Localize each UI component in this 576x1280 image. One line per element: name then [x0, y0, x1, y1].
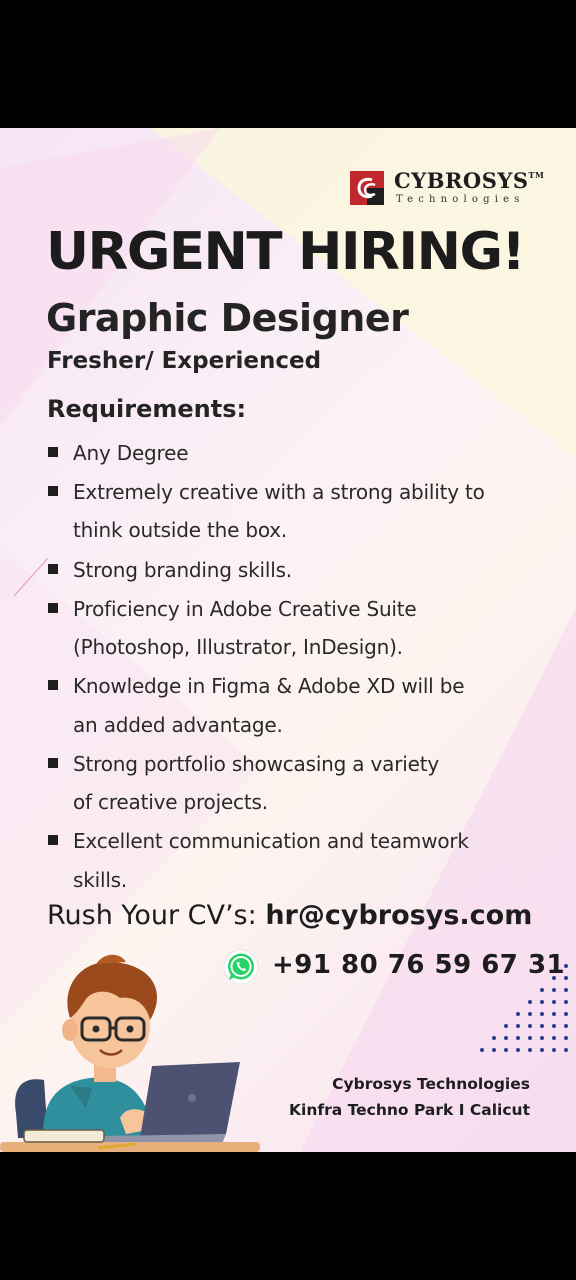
cybrosys-logo-icon — [350, 171, 384, 205]
requirement-text: Proficiency in Adobe Creative Suite (Pho… — [73, 590, 536, 667]
requirement-line: skills. — [73, 867, 128, 892]
requirement-text: Strong portfolio showcasing a variety of… — [73, 745, 536, 822]
brand-name: CYBROSYSTM — [394, 168, 545, 193]
bullet-icon — [48, 486, 58, 497]
brand-tagline: Technologies — [396, 194, 525, 205]
bullet-icon — [48, 563, 58, 574]
cv-label: Rush Your CV’s: — [47, 900, 257, 931]
job-role: Graphic Designer — [46, 296, 409, 340]
list-item: Extremely creative with a strong ability… — [46, 473, 536, 550]
hiring-poster: CYBROSYSTM Technologies URGENT HIRING! G… — [0, 128, 576, 1152]
cv-contact: Rush Your CV’s: hr@cybrosys.com — [47, 900, 532, 931]
dot-pattern — [480, 964, 568, 1052]
requirement-text: Excellent communication and teamwork ski… — [73, 822, 536, 899]
list-item: Excellent communication and teamwork ski… — [46, 822, 536, 899]
requirement-text: Extremely creative with a strong ability… — [73, 473, 536, 550]
trademark: TM — [528, 170, 545, 180]
list-item: Any Degree — [46, 434, 536, 472]
requirement-line: Excellent communication and teamwork — [73, 829, 469, 854]
requirement-line: Proficiency in Adobe Creative Suite — [73, 596, 417, 621]
requirement-line: Extremely creative with a strong ability… — [73, 480, 485, 505]
email-link[interactable]: hr@cybrosys.com — [265, 900, 532, 931]
list-item: Strong portfolio showcasing a variety of… — [46, 745, 536, 822]
list-item: Knowledge in Figma & Adobe XD will be an… — [46, 667, 536, 744]
bullet-icon — [48, 757, 58, 768]
designer-illustration — [0, 954, 260, 1152]
cybrosys-logo: CYBROSYSTM Technologies — [350, 168, 550, 208]
requirement-line: Knowledge in Figma & Adobe XD will be — [73, 674, 465, 699]
requirement-text: Strong branding skills. — [73, 551, 536, 589]
requirement-line: (Photoshop, Illustrator, InDesign). — [73, 635, 403, 660]
requirement-text: Any Degree — [73, 434, 536, 472]
experience-level: Fresher/ Experienced — [47, 348, 322, 374]
bullet-icon — [48, 680, 58, 691]
list-item: Proficiency in Adobe Creative Suite (Pho… — [46, 590, 536, 667]
requirement-text: Knowledge in Figma & Adobe XD will be an… — [73, 667, 536, 744]
requirements-title: Requirements: — [47, 395, 247, 423]
requirement-line: Any Degree — [73, 441, 189, 465]
requirement-line: Strong portfolio showcasing a variety — [73, 751, 439, 776]
requirement-line: think outside the box. — [73, 518, 288, 543]
bullet-icon — [48, 835, 58, 846]
requirement-line: of creative projects. — [73, 790, 268, 815]
requirement-line: an added advantage. — [73, 712, 283, 737]
bullet-icon — [48, 602, 58, 613]
requirements-list: Any Degree Extremely creative with a str… — [46, 434, 536, 900]
company-location: Kinfra Techno Park I Calicut — [289, 1101, 530, 1119]
requirement-line: Strong branding skills. — [73, 557, 292, 582]
company-name: Cybrosys Technologies — [332, 1075, 530, 1093]
bullet-icon — [48, 447, 58, 457]
headline: URGENT HIRING! — [46, 222, 526, 282]
list-item: Strong branding skills. — [46, 551, 536, 589]
address-block: Cybrosys Technologies Kinfra Techno Park… — [289, 1071, 530, 1123]
